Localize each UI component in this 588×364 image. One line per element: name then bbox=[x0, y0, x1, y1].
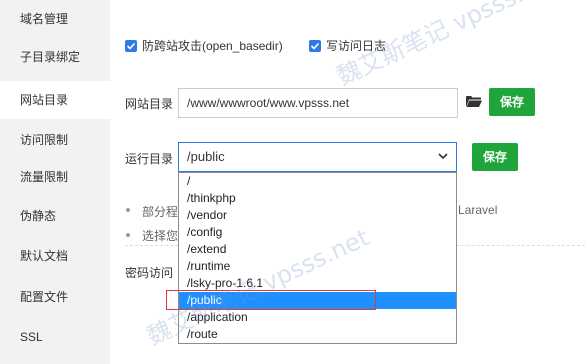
checkbox-checked-icon bbox=[309, 39, 321, 52]
dropdown-option[interactable]: /vendor bbox=[179, 207, 456, 224]
sidebar-item-traffic-limit[interactable]: 流量限制 bbox=[0, 158, 110, 196]
dropdown-option[interactable]: / bbox=[179, 173, 456, 190]
note-bullet bbox=[126, 233, 130, 237]
note2-prefix: 选择您 bbox=[142, 229, 179, 243]
dropdown-option[interactable]: /route bbox=[179, 326, 456, 343]
run-dir-select[interactable]: /public bbox=[178, 142, 457, 172]
note1-prefix: 部分程 bbox=[142, 205, 179, 219]
folder-icon[interactable] bbox=[466, 95, 482, 111]
anti-cross-checkbox[interactable]: 防跨站攻击(open_basedir) bbox=[125, 37, 283, 54]
run-dir-label: 运行目录 bbox=[125, 152, 174, 166]
run-dir-select-value: /public bbox=[187, 149, 225, 164]
access-log-label: 写访问日志 bbox=[326, 39, 387, 53]
site-dir-label: 网站目录 bbox=[125, 97, 174, 111]
sidebar-item-site-dir[interactable]: 网站目录 bbox=[0, 81, 110, 119]
sidebar-item-config-file[interactable]: 配置文件 bbox=[0, 278, 110, 316]
dropdown-option[interactable]: /extend bbox=[179, 241, 456, 258]
sidebar-item-default-doc[interactable]: 默认文档 bbox=[0, 237, 110, 275]
access-log-checkbox[interactable]: 写访问日志 bbox=[309, 37, 386, 54]
sidebar-item-access-limit[interactable]: 访问限制 bbox=[0, 121, 110, 159]
site-dir-save-button[interactable]: 保存 bbox=[489, 88, 535, 116]
dropdown-option[interactable]: /runtime bbox=[179, 258, 456, 275]
run-dir-save-button[interactable]: 保存 bbox=[472, 143, 518, 171]
checkbox-checked-icon bbox=[125, 39, 137, 52]
sidebar-item-ssl[interactable]: SSL bbox=[0, 318, 110, 356]
sidebar-item-subdir[interactable]: 子目录绑定 bbox=[0, 38, 110, 76]
highlight-box bbox=[166, 290, 376, 310]
sidebar-item-domain[interactable]: 域名管理 bbox=[0, 0, 110, 38]
site-dir-input[interactable]: /www/wwwroot/www.vpsss.net bbox=[178, 88, 458, 118]
dropdown-option[interactable]: /application bbox=[179, 309, 456, 326]
note1-suffix: Laravel bbox=[458, 203, 498, 217]
sidebar: 域名管理 子目录绑定 网站目录 访问限制 流量限制 伪静态 默认文档 配置文件 … bbox=[0, 0, 110, 364]
dropdown-option[interactable]: /config bbox=[179, 224, 456, 241]
run-dir-dropdown[interactable]: / /thinkphp /vendor /config /extend /run… bbox=[178, 172, 457, 344]
note-bullet bbox=[126, 208, 130, 212]
dropdown-option[interactable]: /thinkphp bbox=[179, 190, 456, 207]
anti-cross-label: 防跨站攻击(open_basedir) bbox=[142, 39, 283, 53]
password-access-label: 密码访问 bbox=[125, 266, 174, 280]
sidebar-item-rewrite[interactable]: 伪静态 bbox=[0, 197, 110, 235]
